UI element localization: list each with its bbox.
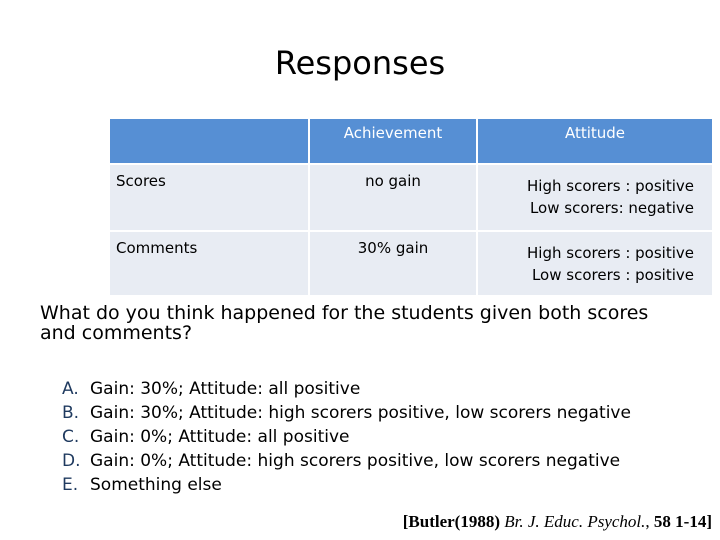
attitude-line: Low scorers: negative: [529, 199, 694, 217]
row-label-scores: Scores: [108, 163, 310, 232]
option-text: Something else: [90, 475, 222, 495]
option-text: Gain: 0%; Attitude: all positive: [90, 427, 350, 447]
option-letter: B.: [62, 403, 80, 423]
attitude-comments: High scorers : positive Low scorers : po…: [476, 230, 714, 297]
citation-author: Butler(1988): [408, 512, 500, 531]
answer-options: A. Gain: 30%; Attitude: all positive B. Ga…: [62, 377, 631, 497]
option-text: Gain: 0%; Attitude: high scorers positiv…: [90, 451, 621, 471]
achievement-scores: no gain: [308, 163, 478, 232]
header-cell-achievement: Achievement: [308, 117, 478, 165]
table-row: Comments 30% gain High scorers : positiv…: [108, 230, 714, 297]
citation-volume: 58: [653, 512, 671, 531]
header-cell-empty: [108, 117, 310, 165]
option-letter: C.: [62, 427, 80, 447]
option-d: D. Gain: 0%; Attitude: high scorers posit…: [62, 449, 631, 473]
option-e: E. Something else: [62, 473, 631, 497]
slide-title: Responses: [0, 44, 720, 82]
citation-close-bracket: ]: [706, 512, 712, 531]
citation-comma: ,: [645, 512, 650, 531]
citation: [Butler(1988) Br. J. Educ. Psychol., 58 …: [403, 512, 712, 532]
slide-title-text: Responses: [274, 44, 446, 82]
question-text: What do you think happened for the stude…: [40, 302, 649, 344]
option-text: Gain: 30%; Attitude: high scorers positi…: [90, 403, 631, 423]
attitude-scores: High scorers : positive Low scorers: neg…: [476, 163, 714, 232]
option-a: A. Gain: 30%; Attitude: all positive: [62, 377, 631, 401]
attitude-line: Low scorers : positive: [531, 266, 694, 284]
citation-pages: 1-14: [675, 512, 707, 531]
option-c: C. Gain: 0%; Attitude: all positive: [62, 425, 631, 449]
option-b: B. Gain: 30%; Attitude: high scorers posi…: [62, 401, 631, 425]
row-label-comments: Comments: [108, 230, 310, 297]
citation-journal: Br. J. Educ. Psychol.: [504, 512, 646, 531]
option-text: Gain: 30%; Attitude: all positive: [90, 379, 361, 399]
header-cell-attitude: Attitude: [476, 117, 714, 165]
responses-table: Achievement Attitude Scores no gain High…: [108, 117, 714, 297]
table-row: Scores no gain High scorers : positive L…: [108, 163, 714, 232]
table-header-row: Achievement Attitude: [108, 117, 714, 165]
option-letter: E.: [62, 475, 79, 495]
option-letter: A.: [62, 379, 79, 399]
option-letter: D.: [62, 451, 81, 471]
achievement-comments: 30% gain: [308, 230, 478, 297]
